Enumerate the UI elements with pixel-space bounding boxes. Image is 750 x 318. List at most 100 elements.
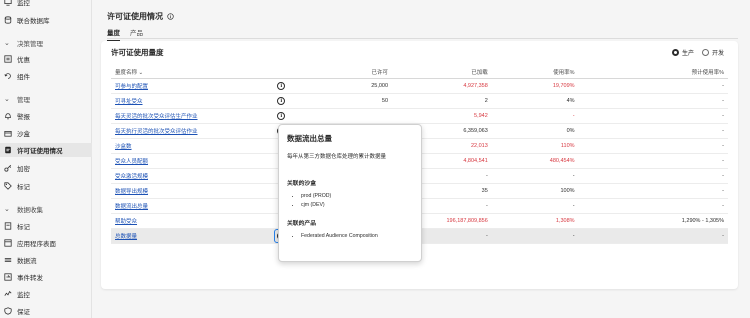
metric-name-cell: 帮助受众 (111, 213, 271, 229)
metric-name-link[interactable]: 数据流出总量 (115, 204, 148, 210)
info-icon[interactable]: i (277, 96, 286, 105)
metric-name-link[interactable]: 数据导出规模 (115, 189, 148, 195)
usage-pct-cell: 4% (491, 93, 579, 109)
sidebar-item-federated-db[interactable]: 联合数据库 (0, 13, 92, 27)
sidebar-item-monitoring-top[interactable]: 监控 (0, 0, 92, 9)
bell-icon (4, 112, 12, 120)
sidebar-item-license-usage[interactable]: 许可证使用情况 (0, 143, 92, 157)
component-icon (4, 72, 12, 80)
predicted-cell: - (578, 78, 728, 94)
popover-sandboxes-title: 关联的沙盒 (287, 181, 316, 187)
shield-icon (4, 307, 12, 315)
sidebar-item-label: 组件 (17, 74, 30, 81)
section-administration[interactable]: ⌄ 管理 (4, 94, 30, 104)
usage-pct-cell: - (491, 108, 579, 124)
sidebar-item-label: 数据流 (17, 258, 37, 265)
metric-name-link[interactable]: 总数据量 (115, 234, 137, 240)
usage-pct-cell: 110% (491, 138, 579, 154)
metric-name-link[interactable]: 可参与的配置 (115, 84, 148, 90)
environment-radio-group: 生产 开发 (664, 48, 724, 57)
predicted-cell: - (578, 228, 728, 244)
sidebar-item-label: 标记 (17, 224, 30, 231)
licensed-cell (292, 108, 393, 124)
licensed-cell: 50 (292, 93, 393, 109)
licensed-cell: 25,000 (292, 78, 393, 94)
usage-pct-cell: 100% (491, 183, 579, 199)
sidebar-item-components[interactable]: 组件 (0, 69, 92, 83)
sidebar-item-datastreams[interactable]: 数据流 (0, 253, 92, 267)
metric-name-link[interactable]: 每天执行灵活的批次受众评估作业 (115, 129, 198, 135)
tab-metrics[interactable]: 量度 (107, 27, 120, 42)
column-header-licensed[interactable]: 已许可 (292, 66, 393, 79)
sidebar-item-alerts[interactable]: 警报 (0, 109, 92, 123)
sidebar-item-app-surfaces[interactable]: 应用程序表面 (0, 236, 92, 250)
popover-product-list: Federated Audience Composition (287, 233, 413, 239)
sidebar-item-label: 许可证使用情况 (17, 148, 63, 155)
info-cell: i (270, 108, 293, 124)
forward-icon (4, 273, 12, 281)
predicted-cell: - (578, 183, 728, 199)
predicted-cell: - (578, 123, 728, 139)
radio-dot (701, 49, 709, 56)
app-surface-icon (4, 239, 12, 247)
radio-dot (671, 49, 679, 56)
metric-name-link[interactable]: 受众激活规模 (115, 174, 148, 180)
radio-development[interactable]: 开发 (701, 48, 724, 57)
sidebar-item-event-forwarding[interactable]: 事件转发 (0, 270, 92, 284)
sort-descending-icon: ⌄ (138, 69, 144, 76)
column-header-name[interactable]: 量度名称 ⌄ (111, 66, 271, 79)
metric-name-cell: 数据导出规模 (111, 183, 271, 199)
license-icon (4, 146, 12, 154)
column-header-used[interactable]: 已加载 (392, 66, 492, 79)
sidebar-item-assurance[interactable]: 保证 (0, 304, 92, 318)
sidebar-item-label: 应用程序表面 (17, 241, 56, 248)
info-icon[interactable]: i (277, 111, 286, 120)
sidebar-item-label: 保证 (17, 309, 30, 316)
tag-icon (4, 222, 12, 230)
popover-description: 每年从第三方数据仓库处理的累计数据量 (287, 154, 387, 160)
predicted-cell: - (578, 138, 728, 154)
usage-pct-cell: - (491, 168, 579, 184)
database-icon (4, 16, 12, 24)
metric-name-cell: 总数据量 (111, 228, 271, 244)
sidebar-item-sandboxes[interactable]: 沙盒 (0, 126, 92, 140)
metric-name-cell: 可寻址受众 (111, 93, 271, 109)
sidebar-item-label: 沙盒 (17, 131, 30, 138)
sidebar-item-tags-admin[interactable]: 标记 (0, 179, 92, 193)
sidebar-item-label: 联合数据库 (17, 18, 50, 25)
metric-name-link[interactable]: 受众人员配额 (115, 159, 148, 165)
info-icon[interactable] (167, 13, 174, 20)
monitor-icon (4, 0, 12, 6)
sidebar-item-tags[interactable]: 标记 (0, 219, 92, 233)
datastream-icon (4, 256, 12, 264)
predicted-cell: - (578, 198, 728, 214)
sidebar-item-offers[interactable]: 优惠 (0, 52, 92, 66)
used-cell: 4,927,358 (392, 78, 492, 94)
offer-icon (4, 55, 12, 63)
section-data-collection[interactable]: ⌄ 数据收集 (4, 204, 43, 214)
key-icon (4, 164, 12, 172)
sidebar-item-encryption[interactable]: 加密 (0, 161, 92, 175)
sidebar-item-label: 加密 (17, 166, 30, 173)
table-row: 可参与的配置 i 25,000 4,927,358 19,709% - (111, 78, 728, 94)
column-header-usage-pct[interactable]: 使用率% (491, 66, 579, 79)
sidebar-item-monitoring[interactable]: 监控 (0, 287, 92, 301)
tabs-divider (107, 38, 738, 39)
metric-name-link[interactable]: 每天灵活的批次受众评估生产作业 (115, 114, 198, 120)
tab-products[interactable]: 产品 (130, 27, 143, 42)
radio-production[interactable]: 生产 (671, 48, 694, 57)
info-icon[interactable]: i (277, 81, 286, 90)
table-row: 每天灵活的批次受众评估生产作业 i 5,942- - (111, 108, 728, 124)
section-decision-management[interactable]: ⌄ 决策管理 (4, 38, 43, 48)
sidebar-item-label: 监控 (17, 0, 30, 7)
column-header-predicted[interactable]: 预计使用率% (578, 66, 728, 79)
table-row: 可寻址受众 i 50 2 4% - (111, 93, 728, 109)
metric-name-link[interactable]: 沙盒数 (115, 144, 132, 150)
metric-name-link[interactable]: 可寻址受众 (115, 99, 143, 105)
metric-name-cell: 每天灵活的批次受众评估生产作业 (111, 108, 271, 124)
sidebar-item-label: 警报 (17, 114, 30, 121)
predicted-cell: - (578, 153, 728, 169)
metric-name-link[interactable]: 帮助受众 (115, 219, 137, 225)
sidebar-item-label: 标记 (17, 184, 30, 191)
usage-pct-cell: 1,308% (491, 213, 579, 229)
